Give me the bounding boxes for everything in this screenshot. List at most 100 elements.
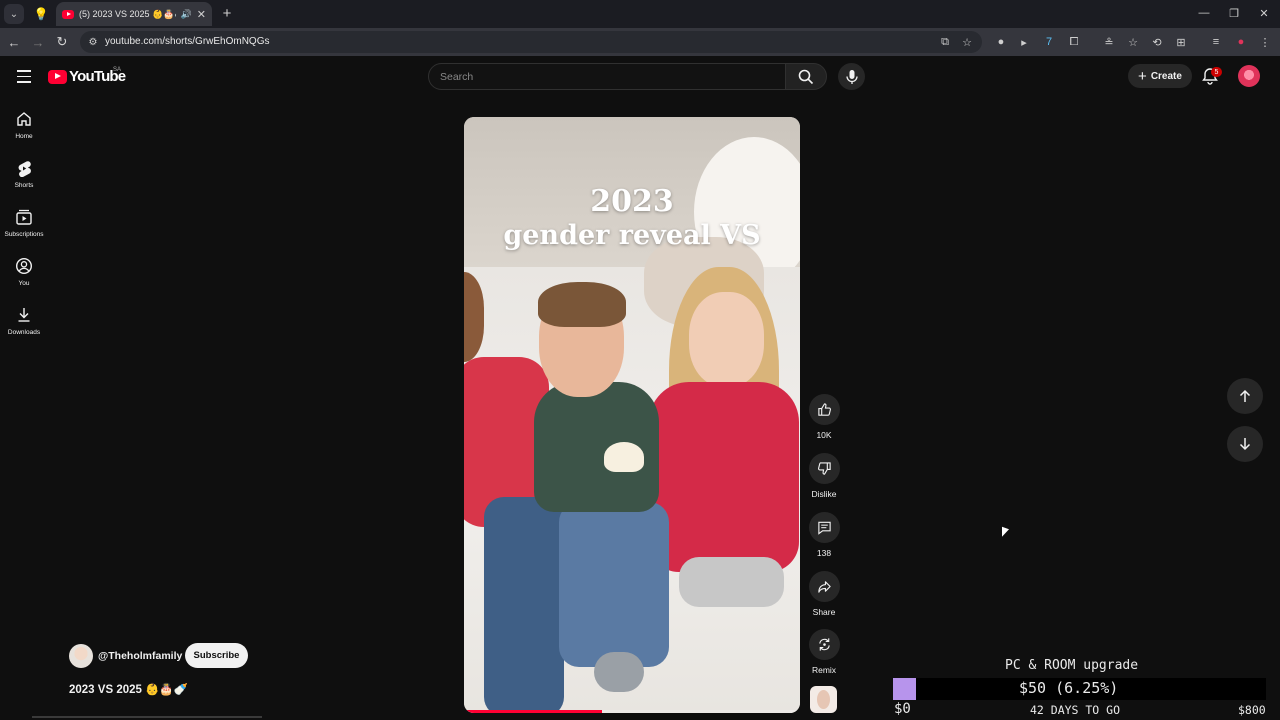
sidebar-item-label: Downloads <box>7 329 41 336</box>
extension-7tv-icon[interactable]: 7 <box>1041 34 1057 50</box>
window-minimize-button[interactable]: — <box>1192 4 1216 22</box>
reading-list-icon[interactable]: ≡ <box>1208 34 1224 50</box>
goal-amount: $50 (6.25%) <box>1019 679 1119 697</box>
remix-action[interactable]: Remix <box>806 629 842 675</box>
browser-tab-active[interactable]: (5) 2023 VS 2025 👶🎂🍼 - YouTube 🔊 ✕ <box>56 2 212 26</box>
horizontal-scrollbar[interactable] <box>32 716 262 718</box>
home-icon <box>17 112 31 126</box>
sidebar-item-label: Home <box>15 133 33 140</box>
tab-close-icon[interactable]: ✕ <box>197 8 206 21</box>
like-action[interactable]: 10K <box>806 394 842 440</box>
goal-days-left: 42 DAYS TO GO <box>1030 703 1121 717</box>
search-placeholder: Search <box>440 71 474 83</box>
account-avatar[interactable] <box>1238 65 1260 87</box>
history-icon[interactable]: ⟲ <box>1149 34 1165 50</box>
sidebar-item-home[interactable]: Home <box>0 108 48 150</box>
sidebar-item-you[interactable]: You <box>0 255 48 297</box>
video-child-middle-hair <box>538 282 626 327</box>
video-child-middle-sock <box>594 652 644 692</box>
tab-audio-icon[interactable]: 🔊 <box>181 9 192 20</box>
profile-avatar-icon[interactable]: ● <box>1233 34 1249 50</box>
sidebar-item-shorts[interactable]: Shorts <box>0 157 48 199</box>
extension-play-icon[interactable]: ▸ <box>1016 34 1032 50</box>
create-button[interactable]: + Create <box>1128 64 1192 88</box>
comments-button[interactable] <box>808 512 840 543</box>
downloads-icon <box>18 308 30 322</box>
youtube-play-logo-icon <box>48 69 67 84</box>
thumbs-down-icon <box>817 462 831 475</box>
channel-avatar[interactable] <box>69 644 93 668</box>
sidebar-item-label: Subscriptions <box>4 231 44 238</box>
browser-tab-strip: ⌄ 💡 (5) 2023 VS 2025 👶🎂🍼 - YouTube 🔊 ✕ +… <box>0 0 1280 28</box>
window-restore-button[interactable]: ❐ <box>1222 4 1246 22</box>
subscribe-button[interactable]: Subscribe <box>185 643 248 668</box>
comment-count: 138 <box>816 548 832 558</box>
create-label: Create <box>1150 70 1182 82</box>
mouse-cursor <box>1002 526 1009 540</box>
bookmarks-icon[interactable]: ☆ <box>1125 34 1141 50</box>
video-child-right-face <box>689 292 764 387</box>
sidebar-item-label: Shorts <box>14 182 34 189</box>
sound-thumbnail[interactable] <box>810 686 837 713</box>
share-action[interactable]: Share <box>806 571 842 617</box>
reload-icon[interactable]: ↻ <box>52 32 72 52</box>
goal-progress-fill <box>893 678 917 700</box>
sidebar-item-subscriptions[interactable]: Subscriptions <box>0 206 48 248</box>
back-arrow-icon[interactable]: ← <box>4 32 24 52</box>
install-app-icon[interactable]: ⧉ <box>938 35 952 49</box>
comment-icon <box>817 521 831 535</box>
site-info-icon[interactable]: ⚙ <box>86 35 100 49</box>
voice-search-button[interactable] <box>838 63 865 90</box>
video-progress-bar[interactable] <box>464 710 800 713</box>
remix-label: Remix <box>811 665 837 675</box>
video-caption-text: gender reveal VS <box>503 220 761 251</box>
bookmark-star-icon[interactable]: ☆ <box>960 35 974 49</box>
like-button[interactable] <box>808 394 840 425</box>
translate-icon[interactable]: ⊞ <box>1173 34 1189 50</box>
search-input[interactable]: Search <box>428 63 786 90</box>
tab-title: (5) 2023 VS 2025 👶🎂🍼 - YouTube <box>79 8 176 19</box>
comments-action[interactable]: 138 <box>806 512 842 558</box>
video-child-middle-legs <box>559 502 669 667</box>
arrow-down-icon <box>1239 438 1251 451</box>
video-cupcake <box>604 442 644 472</box>
previous-short-button[interactable] <box>1227 378 1263 414</box>
remix-icon <box>818 638 830 651</box>
channel-handle[interactable]: @Theholmfamily <box>98 650 182 662</box>
new-tab-button[interactable]: + <box>218 4 236 22</box>
next-short-button[interactable] <box>1227 426 1263 462</box>
sidebar-item-downloads[interactable]: Downloads <box>0 304 48 346</box>
sidebar-item-label: You <box>18 280 30 287</box>
notification-count-badge: 5 <box>1211 67 1222 77</box>
youtube-favicon-icon <box>62 9 74 19</box>
subscriptions-icon <box>16 209 32 225</box>
search-button[interactable] <box>785 63 827 90</box>
region-code: SA <box>113 67 122 73</box>
dislike-label: Dislike <box>811 489 837 499</box>
hamburger-menu-icon[interactable] <box>14 66 34 86</box>
video-child-left-legs <box>484 497 564 713</box>
share-arrow-icon <box>817 581 831 593</box>
address-url[interactable]: youtube.com/shorts/GrwEhOmNQGs <box>105 36 270 47</box>
extension-avatar-icon[interactable]: ● <box>993 34 1009 50</box>
extensions-puzzle-icon[interactable]: ⧠ <box>1066 34 1082 50</box>
address-bar[interactable]: ⚙ youtube.com/shorts/GrwEhOmNQGs ⧉ ☆ <box>80 31 982 53</box>
forward-arrow-icon[interactable]: → <box>28 32 48 52</box>
short-video-player[interactable]: 2023 gender reveal VS <box>464 117 800 713</box>
share-label: Share <box>812 607 836 617</box>
dislike-action[interactable]: Dislike <box>806 453 842 499</box>
video-child-middle <box>534 382 659 512</box>
plus-icon: + <box>1138 67 1147 85</box>
pinned-tab-lightbulb-icon[interactable]: 💡 <box>32 5 50 23</box>
extension-incognito-icon[interactable]: ≗ <box>1101 34 1117 50</box>
thumbs-up-icon <box>817 403 831 416</box>
video-title: 2023 VS 2025 👶🎂🍼 <box>69 684 189 696</box>
window-close-button[interactable]: ✕ <box>1252 4 1276 22</box>
browser-menu-icon[interactable]: ⋮ <box>1257 34 1273 50</box>
arrow-up-icon <box>1239 389 1251 402</box>
tab-search-chevron-icon[interactable]: ⌄ <box>4 4 24 24</box>
browser-toolbar: ← → ↻ ⚙ youtube.com/shorts/GrwEhOmNQGs ⧉… <box>0 28 1280 56</box>
dislike-button[interactable] <box>808 453 840 484</box>
share-button[interactable] <box>808 571 840 602</box>
remix-button[interactable] <box>808 629 840 660</box>
